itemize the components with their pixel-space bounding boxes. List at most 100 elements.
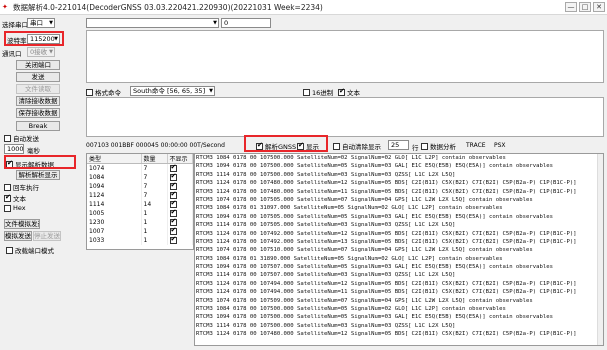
break-button[interactable]: Break xyxy=(16,121,60,131)
hide-checkbox[interactable] xyxy=(169,190,177,199)
table-row[interactable]: 1005 1 xyxy=(87,208,193,218)
log-line: RTCM3 1124 0178 00 107480.000 SatelliteN… xyxy=(196,331,577,338)
hex-mode-checkbox[interactable] xyxy=(4,204,11,212)
log-lines: RTCM3 1084 0178 00 107500.000 SatelliteN… xyxy=(195,154,603,339)
table-row[interactable]: 1114 14 xyxy=(87,199,193,209)
interval-unit: 毫秒 xyxy=(27,147,40,155)
format-cmd-label: 格式命令 xyxy=(95,89,121,97)
hide-checkbox[interactable] xyxy=(169,217,177,226)
highlight-show-analysis xyxy=(4,155,76,169)
log-line: RTCM3 1124 0178 00 107480.000 SatelliteN… xyxy=(196,180,577,187)
top-text-option[interactable]: 文本 xyxy=(338,87,360,97)
log-line: RTCM3 1094 0178 00 107507.000 SatelliteN… xyxy=(196,264,553,271)
grid-header-type[interactable]: 类型 xyxy=(87,154,142,164)
auto-clear-checkbox[interactable] xyxy=(333,142,340,150)
grid-header-count[interactable]: 数量 xyxy=(141,154,168,164)
clear-receive-button[interactable]: 清除接收数据 xyxy=(16,96,60,106)
send-text-area[interactable] xyxy=(86,30,604,83)
auto-clear-option[interactable]: 自动清除显示 xyxy=(333,141,381,151)
log-scrollbar[interactable] xyxy=(597,154,603,345)
hex-mode-label: Hex xyxy=(13,204,26,212)
hide-checkbox[interactable] xyxy=(169,181,177,190)
hide-checkbox[interactable] xyxy=(169,208,177,217)
table-row[interactable]: 1007 1 xyxy=(87,226,193,236)
grid-cell-type: 1094 xyxy=(87,181,142,191)
close-button[interactable]: ✕ xyxy=(593,2,605,12)
log-line: RTCM3 1124 0178 00 107492.000 SatelliteN… xyxy=(196,238,577,245)
file-read-button[interactable]: 文件读取 xyxy=(16,84,60,94)
status-summary: 007103 001BBF 000045 00:00:00 00T/Second xyxy=(86,142,225,149)
interval-input[interactable]: 1000 xyxy=(4,144,24,154)
sim-send-button[interactable]: 模拟发送 xyxy=(4,231,32,241)
auto-send-label: 自动发送 xyxy=(13,135,39,143)
table-row[interactable]: 1124 7 xyxy=(87,190,193,200)
grid-cell-count: 1 xyxy=(141,208,168,218)
format-cmd-select[interactable]: South命令 [56, 65, 35] ▼ xyxy=(130,86,215,96)
port-select[interactable]: 串口 ▼ xyxy=(27,18,55,28)
line-exec-option[interactable]: 回车执行 xyxy=(4,182,39,192)
window-title: 数据解析4.0-221014(DecoderGNSS 03.03.220421.… xyxy=(13,3,323,12)
hex-mode-option[interactable]: Hex xyxy=(4,204,26,212)
table-row[interactable]: 1033 1 xyxy=(87,235,193,245)
auto-send-checkbox[interactable] xyxy=(4,134,11,142)
hide-checkbox[interactable] xyxy=(169,235,177,244)
lines-label: 行 xyxy=(412,144,419,152)
change-port-label: 改载端口模式 xyxy=(15,247,54,255)
log-line: RTCM3 1084 0178 00 107500.000 SatelliteN… xyxy=(196,155,506,161)
change-port-checkbox[interactable] xyxy=(6,246,13,254)
grid-cell-count: 7 xyxy=(141,163,168,173)
log-line: RTCM3 1074 0178 00 107505.000 SatelliteN… xyxy=(196,196,533,203)
log-line: RTCM3 1084 0178 01 31890.000 SatelliteNu… xyxy=(196,255,503,262)
minimize-button[interactable]: — xyxy=(565,2,577,12)
log-line: RTCM3 1074 0178 00 107510.000 SatelliteN… xyxy=(196,247,533,254)
grid-header-row: 类型 数量 不显示 xyxy=(87,154,193,164)
receive-log[interactable]: RTCM3 1084 0178 00 107500.000 SatelliteN… xyxy=(194,153,604,346)
change-port-option[interactable]: 改载端口模式 xyxy=(6,245,54,255)
receive-preview-area[interactable] xyxy=(86,97,604,137)
chevron-down-icon: ▼ xyxy=(213,20,217,26)
psx-label[interactable]: PSX xyxy=(494,142,506,149)
format-cmd-option[interactable]: 格式命令 xyxy=(86,87,121,97)
table-row[interactable]: 1074 7 xyxy=(87,163,193,173)
command-input[interactable]: 0 xyxy=(221,18,271,28)
hide-checkbox[interactable] xyxy=(169,226,177,235)
data-analysis-checkbox[interactable] xyxy=(421,142,428,150)
hex16-option[interactable]: 16进制 xyxy=(303,87,333,97)
com-select-value: 0接收 xyxy=(30,48,48,56)
grid-cell-count: 1 xyxy=(141,226,168,236)
data-analysis-option[interactable]: 数据分析 xyxy=(421,141,456,151)
text-mode-option[interactable]: 文本 xyxy=(4,193,26,203)
hide-checkbox[interactable] xyxy=(169,199,177,208)
com-select[interactable]: 0接收 ▼ xyxy=(27,47,55,57)
stop-send-button[interactable]: 停止发送 xyxy=(33,231,61,241)
log-line: RTCM3 1084 0178 01 31097.000 SatelliteNu… xyxy=(196,205,503,212)
text-mode-checkbox[interactable] xyxy=(4,193,11,202)
auto-send-option[interactable]: 自动发送 xyxy=(4,133,39,143)
close-port-button[interactable]: 关闭端口 xyxy=(16,60,60,70)
format-cmd-checkbox[interactable] xyxy=(86,88,93,96)
text-mode-label: 文本 xyxy=(13,195,26,203)
hide-checkbox[interactable] xyxy=(169,172,177,181)
highlight-parse-gnss xyxy=(244,135,328,152)
log-line: RTCM3 1114 0178 00 107505.000 SatelliteN… xyxy=(196,222,456,229)
command-combo[interactable]: ▼ xyxy=(86,18,219,28)
analysis-info-button[interactable]: 解析解析显示 xyxy=(16,170,60,180)
auto-clear-label: 自动清除显示 xyxy=(342,143,381,151)
line-exec-checkbox[interactable] xyxy=(4,183,11,191)
table-row[interactable]: 1230 1 xyxy=(87,217,193,227)
grid-cell-type: 1114 xyxy=(87,199,142,209)
trace-label[interactable]: TRACE xyxy=(466,142,486,149)
table-row[interactable]: 1084 7 xyxy=(87,172,193,182)
auto-clear-lines-input[interactable]: 25 xyxy=(388,140,409,150)
log-line: RTCM3 1124 0178 00 107480.000 SatelliteN… xyxy=(196,188,577,195)
table-row[interactable]: 1094 7 xyxy=(87,181,193,191)
save-receive-button[interactable]: 保存接收数据 xyxy=(16,108,60,118)
maximize-button[interactable]: □ xyxy=(579,2,591,12)
send-button[interactable]: 发送 xyxy=(16,72,60,82)
app-icon: ✦ xyxy=(2,3,8,11)
log-line: RTCM3 1124 0178 00 107494.000 SatelliteN… xyxy=(196,289,577,296)
file-send-button[interactable]: 文件模拟发送 xyxy=(4,219,40,229)
top-text-checkbox[interactable] xyxy=(338,87,345,96)
grid-cell-hide[interactable] xyxy=(167,235,193,245)
hex16-checkbox[interactable] xyxy=(303,88,310,96)
